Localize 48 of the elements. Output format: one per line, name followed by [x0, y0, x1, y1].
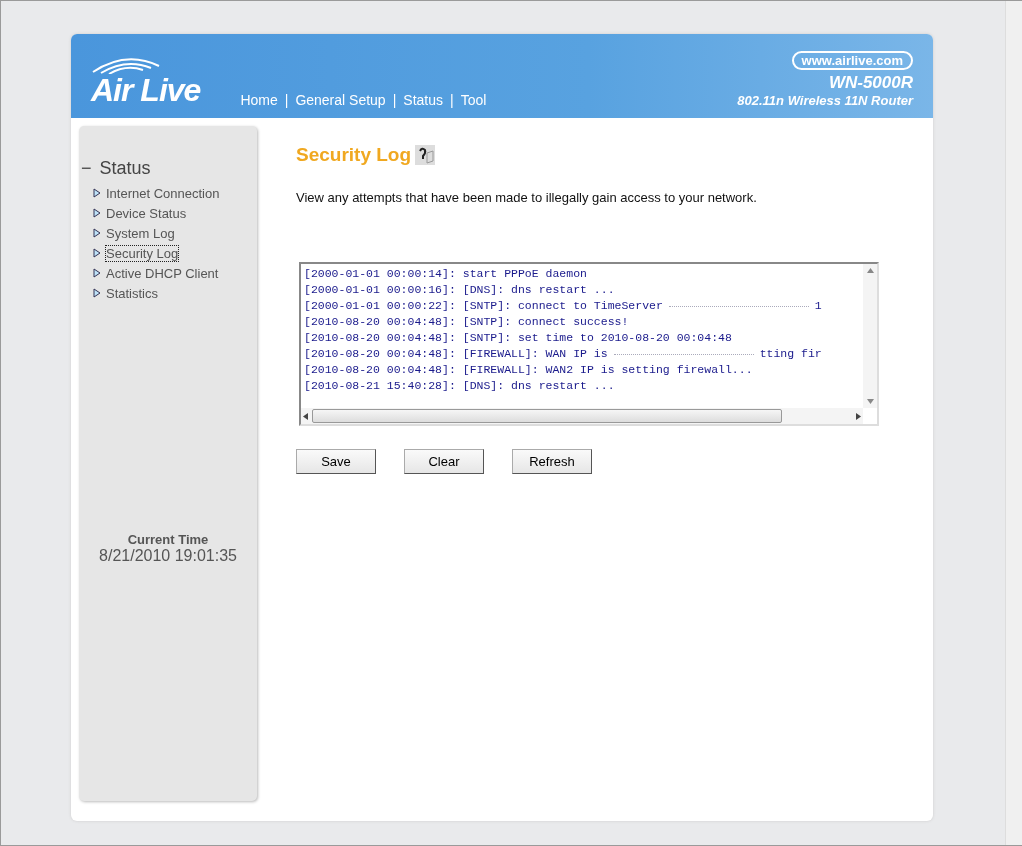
- time-label: Current Time: [126, 532, 210, 547]
- log-line: [2000-01-01 00:00:16]: [DNS]: dns restart ...: [304, 282, 615, 298]
- product-subtitle: 802.11n Wireless 11N Router: [737, 93, 913, 108]
- sidebar-item[interactable]: System Log: [93, 223, 257, 243]
- page-scrollbar[interactable]: [1005, 1, 1022, 845]
- log-line: [2010-08-20 00:04:48]: [FIREWALL]: WAN2 IP is setting firewall...: [304, 362, 753, 378]
- vertical-scrollbar[interactable]: [863, 264, 877, 408]
- action-button[interactable]: Save: [296, 449, 376, 474]
- help-icon[interactable]: [415, 145, 436, 165]
- scroll-right-icon[interactable]: [856, 412, 861, 420]
- log-line: [2010-08-20 00:04:48]: [SNTP]: set time to 2010-08-20 00:04:48: [304, 330, 732, 346]
- log-line: tting fir: [759, 346, 822, 362]
- website-badge: www.airlive.com: [791, 51, 913, 70]
- page-title: Security Log: [296, 144, 412, 166]
- log-line: [2010-08-20 00:04:48]: [FIREWALL]: WAN IP is: [304, 346, 608, 362]
- wifi-waves-icon: [91, 56, 161, 74]
- log-line: 1: [814, 298, 822, 314]
- nav-separator: |: [392, 92, 397, 108]
- log-line: [2000-01-01 00:00:22]: [SNTP]: connect to TimeServer: [304, 298, 663, 314]
- triangle-bullet-icon: [93, 288, 101, 298]
- triangle-bullet-icon: [93, 188, 101, 198]
- log-line: [2010-08-21 15:40:28]: [DNS]: dns restart ...: [304, 378, 615, 394]
- time-value: 8/21/2010 19:01:35: [98, 547, 238, 565]
- action-button[interactable]: Clear: [404, 449, 484, 474]
- collapse-toggle[interactable]: −: [81, 158, 92, 179]
- logo-text: Air Live: [91, 74, 201, 106]
- triangle-bullet-icon: [93, 228, 101, 238]
- triangle-bullet-icon: [93, 248, 101, 258]
- sidebar-item[interactable]: Active DHCP Client: [93, 263, 257, 283]
- scroll-left-icon[interactable]: [303, 412, 308, 420]
- log-textarea[interactable]: [299, 262, 879, 426]
- sidebar-item[interactable]: Security Log: [93, 243, 257, 263]
- model-name: WN-5000R: [828, 73, 913, 93]
- sidebar-item[interactable]: Internet Connection: [93, 183, 257, 203]
- section-title: Status: [99, 158, 151, 179]
- nav-separator: |: [450, 92, 454, 108]
- scroll-up-icon[interactable]: [866, 268, 874, 273]
- log-line: [2010-08-20 00:04:48]: [SNTP]: connect success!: [304, 314, 629, 330]
- triangle-bullet-icon: [93, 208, 101, 218]
- nav-separator: |: [284, 92, 289, 108]
- sidebar-item[interactable]: Statistics: [93, 283, 257, 303]
- log-line: [2000-01-01 00:00:14]: start PPPoE daemon: [304, 266, 587, 282]
- horizontal-scrollbar[interactable]: [301, 408, 863, 424]
- triangle-bullet-icon: [93, 268, 101, 278]
- description-text: View any attempts that have been made to illegally gain access to your network.: [296, 190, 758, 205]
- action-button[interactable]: Refresh: [512, 449, 592, 474]
- scroll-down-icon[interactable]: [866, 399, 874, 404]
- sidebar-item[interactable]: Device Status: [93, 203, 257, 223]
